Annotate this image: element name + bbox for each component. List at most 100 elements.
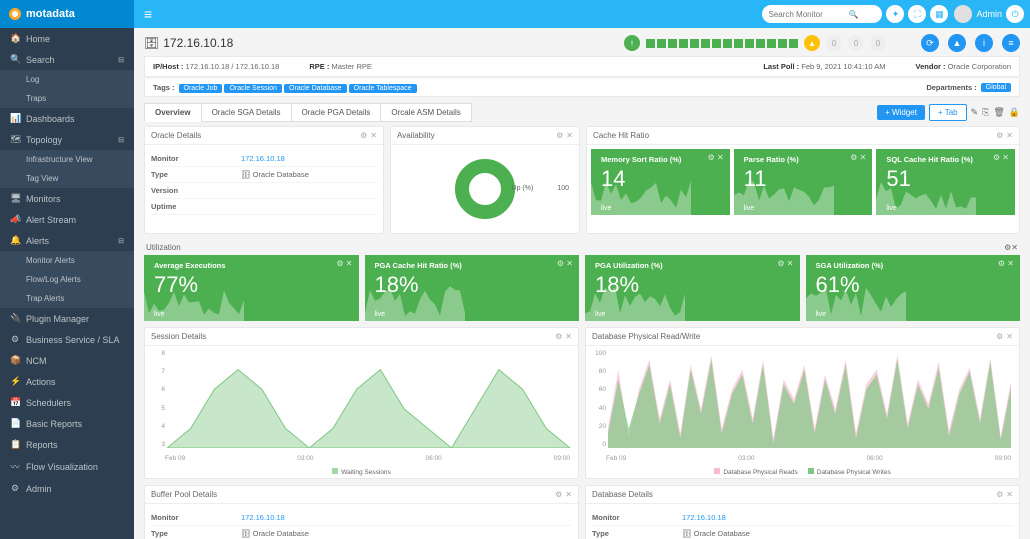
- gear-icon[interactable]: ⚙: [996, 332, 1003, 341]
- sidebar-item[interactable]: 🏠Home: [0, 28, 134, 49]
- tab[interactable]: Orcale ASM Details: [380, 103, 471, 122]
- sidebar-item[interactable]: 🔍Search⊟: [0, 49, 134, 70]
- gear-icon[interactable]: ⚙ ✕: [993, 153, 1009, 162]
- gear-icon[interactable]: ⚙ ✕: [850, 153, 866, 162]
- table-row: Type🗄 Oracle Database: [151, 526, 572, 539]
- close-icon[interactable]: ✕: [1011, 243, 1018, 252]
- table-cell[interactable]: 172.16.10.18: [682, 513, 726, 522]
- tab[interactable]: Oracle SGA Details: [201, 103, 292, 122]
- gear-icon[interactable]: ⚙: [556, 131, 563, 140]
- fullscreen-icon[interactable]: ⛶: [908, 5, 926, 23]
- search-input[interactable]: [768, 10, 848, 19]
- table-cell[interactable]: 172.16.10.18: [241, 154, 285, 163]
- sidebar-subitem[interactable]: Tag View: [0, 169, 134, 188]
- sidebar-item[interactable]: 🖥Monitors: [0, 188, 134, 209]
- menu-toggle-icon[interactable]: ≡: [144, 6, 152, 22]
- gear-icon[interactable]: ⚙ ✕: [708, 153, 724, 162]
- sidebar-subitem[interactable]: Trap Alerts: [0, 289, 134, 308]
- copy-icon[interactable]: ⎘: [982, 107, 989, 118]
- sidebar-icon: 🏠: [10, 33, 20, 44]
- topbar: motadata ≡ 🔍 ✦ ⛶ ▦ Admin ⏻: [0, 0, 1030, 28]
- cache-hit-panel: Cache Hit Ratio⚙✕ Memory Sort Ratio (%)1…: [586, 126, 1020, 234]
- alert-count-1[interactable]: 0: [826, 35, 842, 51]
- gear-icon[interactable]: ⚙: [996, 490, 1003, 499]
- lock-icon[interactable]: 🔒: [1009, 107, 1020, 118]
- sidebar-icon: ⚙: [10, 483, 20, 494]
- close-icon[interactable]: ✕: [1006, 490, 1013, 499]
- add-widget-button[interactable]: + Widget: [877, 105, 925, 120]
- status-up-icon[interactable]: ↑: [624, 35, 640, 51]
- sidebar-label: NCM: [26, 356, 47, 366]
- tag[interactable]: Oracle Database: [284, 84, 347, 93]
- close-icon[interactable]: ✕: [565, 332, 572, 341]
- power-icon[interactable]: ⏻: [1006, 5, 1024, 23]
- sidebar-icon: 🔌: [10, 313, 20, 324]
- refresh-icon[interactable]: ⟳: [921, 34, 939, 52]
- menu-icon[interactable]: ≡: [1002, 34, 1020, 52]
- alert-warn-badge[interactable]: ▲: [804, 35, 820, 51]
- table-cell[interactable]: 172.16.10.18: [241, 513, 285, 522]
- sidebar-icon: 📄: [10, 418, 20, 429]
- sidebar-label: Plugin Manager: [26, 314, 89, 324]
- sidebar-subitem[interactable]: Flow/Log Alerts: [0, 270, 134, 289]
- alert-count-2[interactable]: 0: [848, 35, 864, 51]
- sidebar-item[interactable]: ⚙Admin: [0, 478, 134, 499]
- sidebar-item[interactable]: 🔔Alerts⊟: [0, 230, 134, 251]
- avatar[interactable]: [954, 5, 972, 23]
- sidebar-label: Basic Reports: [26, 419, 82, 429]
- sidebar-item[interactable]: 📅Schedulers: [0, 392, 134, 413]
- availability-panel: Availability⚙✕ Up (%)100: [390, 126, 580, 234]
- warning-icon[interactable]: ▲: [948, 34, 966, 52]
- sidebar-item[interactable]: 🔌 Plugin Manager: [0, 308, 134, 329]
- gear-icon[interactable]: ⚙: [1004, 243, 1011, 252]
- edit-icon[interactable]: ✎: [971, 107, 979, 118]
- gear-icon[interactable]: ⚙: [996, 131, 1003, 140]
- close-icon[interactable]: ✕: [1006, 332, 1013, 341]
- username-label[interactable]: Admin: [976, 9, 1002, 19]
- sidebar-item[interactable]: 🗺Topology⊟: [0, 129, 134, 150]
- sidebar-subitem[interactable]: Monitor Alerts: [0, 251, 134, 270]
- gear-icon[interactable]: ⚙: [555, 332, 562, 341]
- search-icon[interactable]: 🔍: [848, 10, 858, 19]
- alert-count-3[interactable]: 0: [870, 35, 886, 51]
- sidebar-item[interactable]: 📋Reports: [0, 434, 134, 455]
- gear-icon[interactable]: ⚙ ✕: [998, 259, 1014, 268]
- sidebar-item[interactable]: 📣Alert Stream: [0, 209, 134, 230]
- gear-icon[interactable]: ⚙ ✕: [777, 259, 793, 268]
- table-row: Type🗄 Oracle Database: [151, 167, 377, 183]
- brand-logo[interactable]: motadata: [0, 0, 134, 28]
- table-row: Version: [151, 183, 377, 199]
- tab[interactable]: Overview: [144, 103, 202, 122]
- sidebar-item[interactable]: 📦NCM: [0, 350, 134, 371]
- sidebar-item[interactable]: ⚙Business Service / SLA: [0, 329, 134, 350]
- sidebar-item[interactable]: 📊Dashboards: [0, 108, 134, 129]
- add-tab-button[interactable]: + Tab: [929, 104, 967, 121]
- search-input-wrap[interactable]: 🔍: [762, 5, 882, 23]
- gear-icon[interactable]: ⚙ ✕: [336, 259, 352, 268]
- sidebar-item[interactable]: 〰Flow Visualization: [0, 455, 134, 478]
- main-content: 🗄 172.16.10.18 ↑ ▲ 0 0 0 ⟳ ▲ i ≡ IP/Host…: [134, 28, 1030, 539]
- dept-tag[interactable]: Global: [981, 83, 1011, 92]
- sidebar-label: Business Service / SLA: [26, 335, 120, 345]
- sidebar-item[interactable]: 📄 Basic Reports: [0, 413, 134, 434]
- gear-icon[interactable]: ⚙ ✕: [557, 259, 573, 268]
- tag[interactable]: Oracle Job: [179, 84, 223, 93]
- sidebar-subitem[interactable]: Infrastructure View: [0, 150, 134, 169]
- sidebar-subitem[interactable]: Traps: [0, 89, 134, 108]
- compass-icon[interactable]: ✦: [886, 5, 904, 23]
- tab[interactable]: Oracle PGA Details: [291, 103, 382, 122]
- close-icon[interactable]: ✕: [566, 131, 573, 140]
- tag[interactable]: Oracle Tablespace: [349, 84, 417, 93]
- close-icon[interactable]: ✕: [370, 131, 377, 140]
- delete-icon[interactable]: 🗑: [993, 107, 1004, 118]
- close-icon[interactable]: ✕: [1006, 131, 1013, 140]
- grid-icon[interactable]: ▦: [930, 5, 948, 23]
- close-icon[interactable]: ✕: [565, 490, 572, 499]
- sidebar-item[interactable]: ⚡Actions: [0, 371, 134, 392]
- tag[interactable]: Oracle Session: [224, 84, 281, 93]
- sidebar-subitem[interactable]: Log: [0, 70, 134, 89]
- gear-icon[interactable]: ⚙: [360, 131, 367, 140]
- metric-card: SQL Cache Hit Ratio (%)51live⚙ ✕: [876, 149, 1015, 215]
- gear-icon[interactable]: ⚙: [555, 490, 562, 499]
- info-icon[interactable]: i: [975, 34, 993, 52]
